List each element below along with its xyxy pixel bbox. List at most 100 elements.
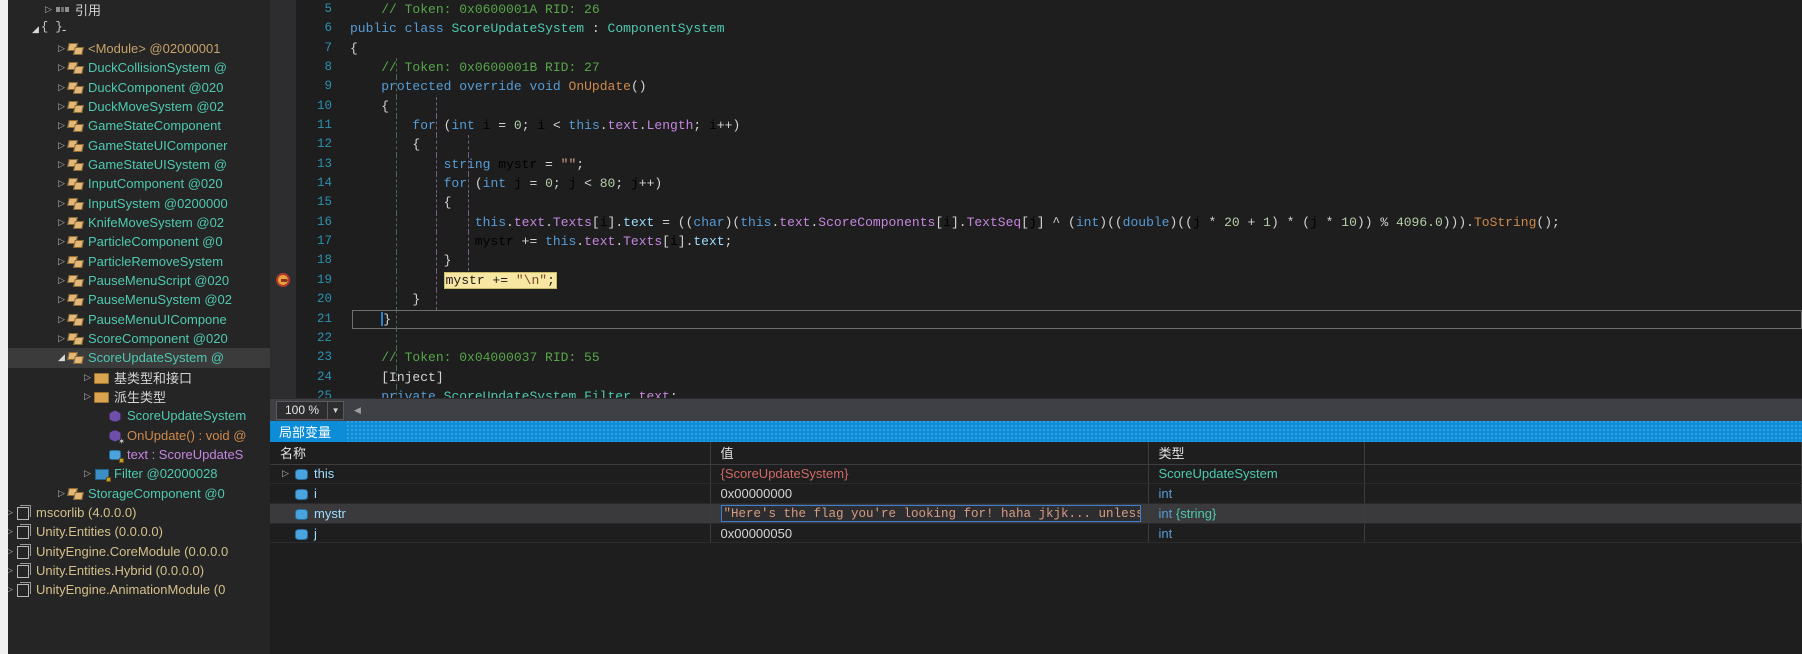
locals-cell-name[interactable]: this	[270, 464, 710, 484]
code-line[interactable]: 22	[296, 329, 1802, 348]
code-line-text[interactable]: {	[342, 97, 389, 116]
chevron-right-icon[interactable]	[56, 121, 67, 130]
tree-node[interactable]: KnifeMoveSystem @02	[0, 213, 270, 232]
tree-node[interactable]: GameStateUISystem @	[0, 155, 270, 174]
column-header-name[interactable]: 名称	[270, 442, 710, 464]
chevron-down-icon[interactable]	[30, 25, 41, 34]
tree-node[interactable]: GameStateComponent	[0, 116, 270, 135]
code-line-text[interactable]: private ScoreUpdateSystem.Filter text;	[342, 387, 678, 398]
tree-node[interactable]: GameStateUIComponer	[0, 135, 270, 154]
tree-node[interactable]: mscorlib (4.0.0.0)	[0, 503, 270, 522]
code-line-text[interactable]: public class ScoreUpdateSystem : Compone…	[342, 19, 725, 38]
code-line-text[interactable]: mystr += this.text.Texts[i].text;	[342, 232, 732, 251]
chevron-right-icon[interactable]	[56, 63, 67, 72]
tree-node[interactable]: DuckCollisionSystem @	[0, 58, 270, 77]
code-line-text[interactable]: string mystr = "";	[342, 155, 584, 174]
code-line-text[interactable]: {	[342, 39, 358, 58]
code-line[interactable]: 16 this.text.Texts[i].text = ((char)(thi…	[296, 213, 1802, 232]
tree-node[interactable]: Unity.Entities.Hybrid (0.0.0.0)	[0, 561, 270, 580]
breakpoint-gutter[interactable]	[270, 0, 296, 398]
chevron-down-icon[interactable]	[56, 353, 67, 362]
tree-node[interactable]: DuckMoveSystem @02	[0, 97, 270, 116]
code-line[interactable]: 24 [Inject]	[296, 368, 1802, 387]
tree-node[interactable]: ScoreUpdateSystem	[0, 406, 270, 425]
chevron-right-icon[interactable]	[56, 141, 67, 150]
code-line[interactable]: 7{	[296, 39, 1802, 58]
tree-node[interactable]: 引用	[0, 0, 270, 19]
locals-cell-name[interactable]: i	[270, 484, 710, 504]
chevron-right-icon[interactable]	[56, 334, 67, 343]
code-line-text[interactable]: // Token: 0x0600001B RID: 27	[342, 58, 600, 77]
locals-row[interactable]: this{ScoreUpdateSystem}ScoreUpdateSystem	[270, 464, 1802, 484]
code-text[interactable]: 5 // Token: 0x0600001A RID: 266public cl…	[296, 0, 1802, 398]
tree-node[interactable]: ScoreUpdateSystem @	[0, 348, 270, 367]
code-line[interactable]: 8 // Token: 0x0600001B RID: 27	[296, 58, 1802, 77]
chevron-right-icon[interactable]	[56, 83, 67, 92]
code-line[interactable]: 13 string mystr = "";	[296, 155, 1802, 174]
code-line-text[interactable]: // Token: 0x04000037 RID: 55	[342, 348, 600, 367]
code-line[interactable]: 15 {	[296, 193, 1802, 212]
chevron-right-icon[interactable]	[82, 469, 93, 478]
code-line[interactable]: 23 // Token: 0x04000037 RID: 55	[296, 348, 1802, 367]
locals-value-editor[interactable]: "Here's the flag you're looking for! hah…	[721, 505, 1141, 522]
tree-node[interactable]: UnityEngine.CoreModule (0.0.0.0	[0, 542, 270, 561]
code-line-text[interactable]: for (int i = 0; i < this.text.Length; i+…	[342, 116, 740, 135]
locals-cell-name[interactable]: j	[270, 523, 710, 543]
code-line[interactable]: 9 protected override void OnUpdate()	[296, 77, 1802, 96]
column-header-value[interactable]: 值	[710, 442, 1148, 464]
locals-cell-name[interactable]: mystr	[270, 503, 710, 523]
chevron-right-icon[interactable]	[56, 44, 67, 53]
tree-node[interactable]: StorageComponent @0	[0, 484, 270, 503]
tree-node[interactable]: ParticleComponent @0	[0, 232, 270, 251]
scroll-left-arrow-icon[interactable]: ◀	[354, 405, 361, 416]
code-line[interactable]: 10 {	[296, 97, 1802, 116]
chevron-right-icon[interactable]	[56, 257, 67, 266]
breakpoint-arrow-icon[interactable]	[276, 273, 290, 287]
chevron-down-icon[interactable]: ▼	[327, 402, 343, 419]
tree-node[interactable]: ✶OnUpdate() : void @	[0, 426, 270, 445]
tree-node[interactable]: Filter @02000028	[0, 464, 270, 483]
assembly-explorer-panel[interactable]: 引用-<Module> @02000001DuckCollisionSystem…	[0, 0, 270, 654]
assembly-tree[interactable]: 引用-<Module> @02000001DuckCollisionSystem…	[0, 0, 270, 600]
code-line[interactable]: 14 for (int j = 0; j < 80; j++)	[296, 174, 1802, 193]
tree-node[interactable]: ParticleRemoveSystem	[0, 251, 270, 270]
chevron-right-icon[interactable]	[56, 276, 67, 285]
chevron-right-icon[interactable]	[82, 373, 93, 382]
chevron-right-icon[interactable]	[82, 392, 93, 401]
chevron-right-icon[interactable]	[56, 160, 67, 169]
code-line[interactable]: 20 }	[296, 290, 1802, 309]
locals-table[interactable]: 名称 值 类型 this{ScoreUpdateSystem}ScoreUpda…	[270, 442, 1802, 543]
locals-cell-value[interactable]: 0x00000050	[710, 523, 1148, 543]
code-line[interactable]: 18 }	[296, 251, 1802, 270]
chevron-right-icon[interactable]	[280, 469, 291, 478]
code-line[interactable]: 25 private ScoreUpdateSystem.Filter text…	[296, 387, 1802, 398]
horizontal-scrollbar[interactable]	[361, 403, 1802, 418]
tree-node[interactable]: -	[0, 19, 270, 38]
column-header-type[interactable]: 类型	[1148, 442, 1364, 464]
locals-row[interactable]: j0x00000050int	[270, 523, 1802, 543]
locals-row[interactable]: mystr "Here's the flag you're looking for…	[270, 503, 1802, 523]
code-line[interactable]: 19 mystr += "\n";	[296, 271, 1802, 290]
tree-node[interactable]: text : ScoreUpdateS	[0, 445, 270, 464]
chevron-right-icon[interactable]	[56, 179, 67, 188]
tree-node[interactable]: 基类型和接口	[0, 368, 270, 387]
code-line-text[interactable]: protected override void OnUpdate()	[342, 77, 647, 96]
tree-node[interactable]: InputSystem @0200000	[0, 193, 270, 212]
tree-node[interactable]: UnityEngine.AnimationModule (0	[0, 580, 270, 599]
code-line[interactable]: 12 {	[296, 135, 1802, 154]
code-line-text[interactable]: [Inject]	[342, 368, 444, 387]
zoom-level-combobox[interactable]: 100 % ▼	[276, 401, 344, 420]
chevron-right-icon[interactable]	[56, 218, 67, 227]
chevron-right-icon[interactable]	[56, 315, 67, 324]
tree-node[interactable]: <Module> @02000001	[0, 39, 270, 58]
locals-row[interactable]: i0x00000000int	[270, 484, 1802, 504]
tree-node[interactable]: PauseMenuScript @020	[0, 271, 270, 290]
chevron-right-icon[interactable]	[56, 199, 67, 208]
tree-node[interactable]: ScoreComponent @020	[0, 329, 270, 348]
code-line-text[interactable]: }	[342, 290, 420, 309]
chevron-right-icon[interactable]	[56, 489, 67, 498]
code-line[interactable]: 5 // Token: 0x0600001A RID: 26	[296, 0, 1802, 19]
chevron-right-icon[interactable]	[56, 237, 67, 246]
code-line-text[interactable]: {	[342, 135, 420, 154]
locals-cell-value[interactable]: 0x00000000	[710, 484, 1148, 504]
